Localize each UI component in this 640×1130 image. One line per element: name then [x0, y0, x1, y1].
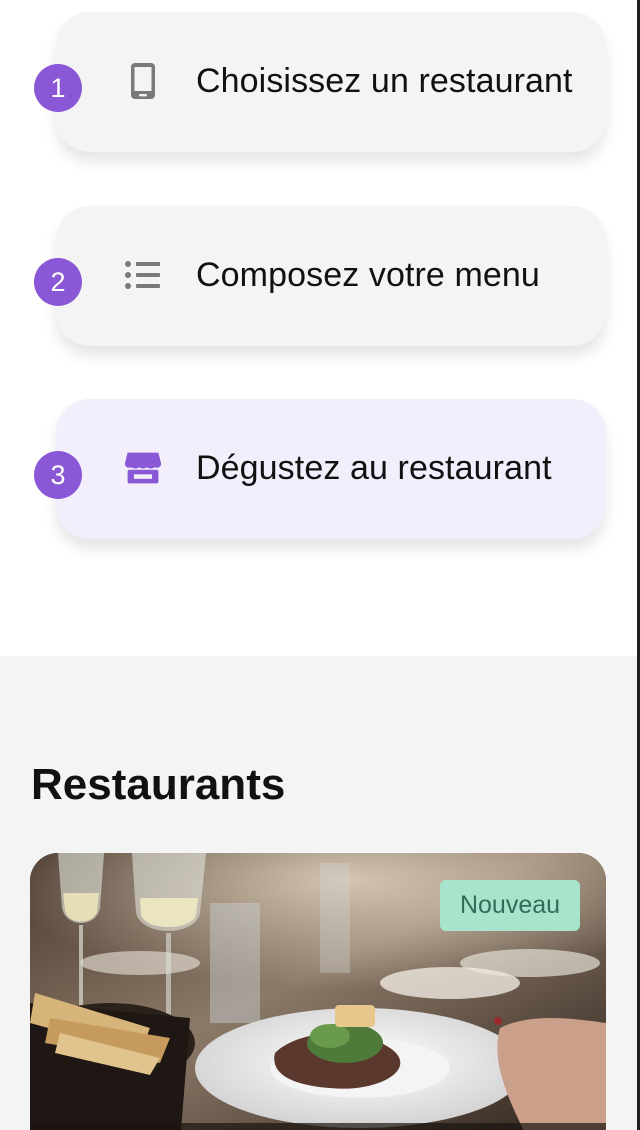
step-number-badge: 3: [34, 451, 82, 499]
restaurant-card[interactable]: Nouveau: [30, 853, 606, 1130]
list-icon: [124, 256, 162, 294]
step-number-badge: 2: [34, 258, 82, 306]
section-title: Restaurants: [31, 760, 286, 809]
step-card-enjoy-restaurant[interactable]: Dégustez au restaurant: [56, 399, 606, 539]
restaurants-section: Restaurants Nouveau: [0, 656, 637, 1130]
step-label: Dégustez au restaurant: [196, 449, 552, 487]
step-card-choose-restaurant[interactable]: Choisissez un restaurant: [56, 12, 606, 152]
how-it-works-steps: 1 Choisissez un restaurant 2 Composez vo…: [0, 0, 637, 656]
storefront-icon: [124, 449, 162, 487]
step-label: Choisissez un restaurant: [196, 62, 573, 100]
smartphone-icon: [124, 62, 162, 100]
new-badge: Nouveau: [440, 880, 580, 931]
step-card-compose-menu[interactable]: Composez votre menu: [56, 206, 606, 346]
step-label: Composez votre menu: [196, 256, 540, 294]
step-number-badge: 1: [34, 64, 82, 112]
